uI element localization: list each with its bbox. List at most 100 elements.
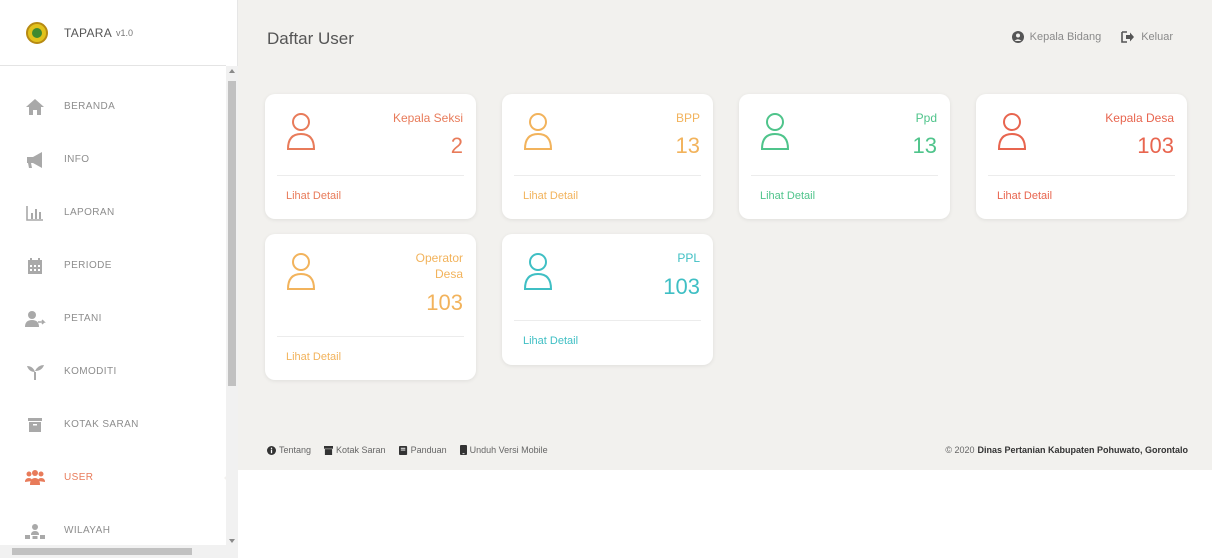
sidebar-item-label: LAPORAN: [64, 207, 115, 218]
card-count: 2: [450, 133, 463, 158]
sidebar-menu: BERANDA INFO LAPORAN PERIODE PETANI KOMO…: [0, 80, 238, 557]
user-card-kepala-desa: Kepala Desa 103 Lihat Detail: [976, 94, 1187, 219]
card-count: 13: [675, 133, 700, 158]
sidebar-item-beranda[interactable]: BERANDA: [0, 80, 224, 133]
user-card-ppl: PPL 103 Lihat Detail: [502, 234, 713, 365]
card-title-line: Operator: [415, 251, 463, 265]
top-header: Daftar User Kepala Bidang Keluar: [238, 0, 1212, 80]
user-outline-icon: [286, 253, 316, 290]
card-divider: [514, 175, 701, 176]
card-count: 13: [912, 133, 937, 158]
lihat-detail-link[interactable]: Lihat Detail: [286, 351, 341, 363]
user-profile-link[interactable]: Kepala Bidang: [1011, 31, 1102, 43]
main-content: Kepala Seksi 2 Lihat Detail BPP 13 Lihat…: [238, 80, 1212, 470]
user-outline-icon: [286, 113, 316, 150]
calendar-icon: [24, 256, 46, 276]
region-icon: [24, 521, 46, 541]
lihat-detail-link[interactable]: Lihat Detail: [523, 335, 578, 347]
card-title: Kepala Seksi: [392, 111, 463, 125]
scroll-up-arrow-icon[interactable]: [229, 69, 235, 73]
inbox-icon: [324, 445, 334, 455]
card-title: Ppd: [915, 111, 937, 125]
scrollbar-thumb[interactable]: [12, 548, 192, 555]
home-icon: [24, 97, 46, 117]
farmer-icon: [24, 309, 46, 329]
user-role-label: Kepala Bidang: [1029, 31, 1102, 43]
user-card-operator-desa: Operator Desa 103 Lihat Detail: [265, 234, 476, 380]
footer-link-label: Kotak Saran: [336, 445, 386, 455]
sidebar-item-info[interactable]: INFO: [0, 133, 224, 186]
card-divider: [751, 175, 938, 176]
scroll-down-arrow-icon[interactable]: [229, 539, 235, 543]
footer-links: Tentang Kotak Saran Panduan Unduh Versi …: [267, 430, 561, 470]
sidebar-horizontal-scrollbar[interactable]: [0, 545, 226, 558]
card-count: 103: [426, 290, 463, 315]
info-circle-icon: [267, 445, 276, 455]
card-title: Kepala Desa: [1105, 111, 1174, 125]
lihat-detail-link[interactable]: Lihat Detail: [286, 190, 341, 202]
user-outline-icon: [760, 113, 790, 150]
sidebar-item-label: INFO: [64, 154, 90, 165]
user-outline-icon: [523, 253, 553, 290]
logout-button[interactable]: Keluar: [1121, 31, 1173, 43]
sidebar-item-label: KOMODITI: [64, 366, 117, 377]
lihat-detail-link[interactable]: Lihat Detail: [523, 190, 578, 202]
seedling-icon: [24, 362, 46, 382]
copyright-prefix: © 2020: [945, 445, 975, 455]
card-title: PPL: [677, 251, 700, 265]
card-divider: [277, 175, 464, 176]
brand[interactable]: TAPARA v1.0: [0, 0, 226, 66]
scrollbar-thumb[interactable]: [228, 81, 236, 386]
page-title: Daftar User: [267, 29, 354, 48]
lihat-detail-link[interactable]: Lihat Detail: [997, 190, 1052, 202]
footer-link-kotak-saran[interactable]: Kotak Saran: [324, 445, 386, 455]
footer-link-panduan[interactable]: Panduan: [398, 445, 447, 455]
sidebar-item-komoditi[interactable]: KOMODITI: [0, 345, 224, 398]
footer: Tentang Kotak Saran Panduan Unduh Versi …: [238, 430, 1212, 470]
sidebar-vertical-scrollbar[interactable]: [226, 66, 238, 558]
user-area: Kepala Bidang Keluar: [992, 31, 1173, 43]
sidebar-item-label: BERANDA: [64, 101, 116, 112]
card-count: 103: [663, 274, 700, 299]
sidebar-item-kotak-saran[interactable]: KOTAK SARAN: [0, 398, 224, 451]
users-icon: [24, 468, 46, 488]
footer-link-tentang[interactable]: Tentang: [267, 445, 311, 455]
footer-link-unduh-mobile[interactable]: Unduh Versi Mobile: [459, 445, 548, 455]
archive-box-icon: [24, 415, 46, 435]
sidebar-item-label: PERIODE: [64, 260, 112, 271]
sidebar-item-label: USER: [64, 472, 94, 483]
user-outline-icon: [997, 113, 1027, 150]
megaphone-icon: [24, 150, 46, 170]
sidebar-item-user[interactable]: USER: [0, 451, 238, 504]
footer-link-label: Tentang: [279, 445, 312, 455]
bar-chart-icon: [24, 203, 46, 223]
card-divider: [277, 336, 464, 337]
sidebar-item-petani[interactable]: PETANI: [0, 292, 224, 345]
card-count: 103: [1137, 133, 1174, 158]
copyright-org: Dinas Pertanian Kabupaten Pohuwato, Goro…: [977, 445, 1188, 455]
copyright: © 2020 Dinas Pertanian Kabupaten Pohuwat…: [945, 430, 1188, 470]
card-title: BPP: [675, 111, 700, 125]
card-divider: [988, 175, 1175, 176]
logout-label: Keluar: [1141, 31, 1173, 43]
app-logo: [26, 21, 48, 44]
book-icon: [398, 445, 408, 455]
app-version: v1.0: [116, 27, 134, 38]
user-card-bpp: BPP 13 Lihat Detail: [502, 94, 713, 219]
footer-link-label: Unduh Versi Mobile: [469, 445, 548, 455]
card-divider: [514, 320, 701, 321]
sidebar-item-label: WILAYAH: [64, 525, 111, 536]
card-title: Operator Desa: [353, 250, 463, 282]
user-circle-icon: [1011, 31, 1024, 43]
user-card-kepala-seksi: Kepala Seksi 2 Lihat Detail: [265, 94, 476, 219]
sidebar-item-label: PETANI: [64, 313, 102, 324]
sidebar-item-label: KOTAK SARAN: [64, 419, 139, 430]
sidebar: TAPARA v1.0 BERANDA INFO LAPORAN PERIODE…: [0, 0, 238, 558]
lihat-detail-link[interactable]: Lihat Detail: [760, 190, 815, 202]
sidebar-item-laporan[interactable]: LAPORAN: [0, 186, 224, 239]
app-name: TAPARA: [64, 25, 113, 40]
user-card-ppd: Ppd 13 Lihat Detail: [739, 94, 950, 219]
mobile-icon: [459, 445, 467, 455]
page-bottom-area: [238, 470, 1212, 558]
sidebar-item-periode[interactable]: PERIODE: [0, 239, 224, 292]
